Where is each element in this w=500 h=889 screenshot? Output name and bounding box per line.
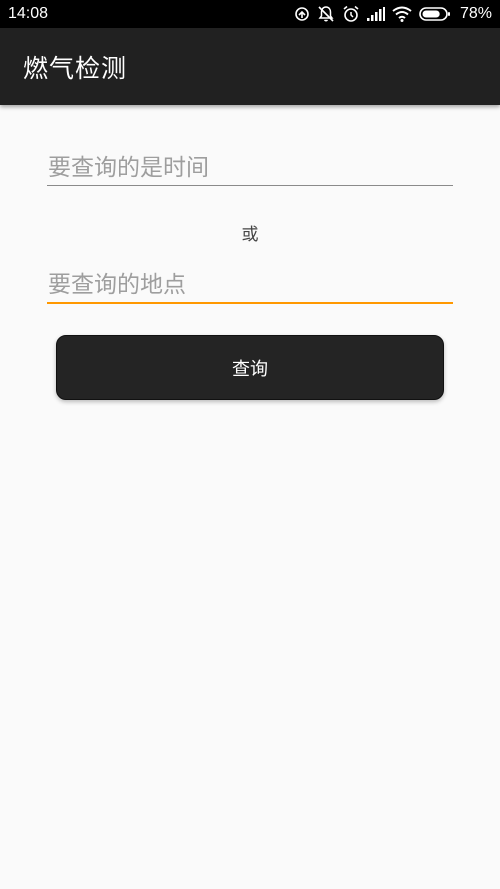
wifi-icon: [392, 6, 412, 22]
place-query-input[interactable]: [47, 272, 454, 302]
time-input-underline: [47, 185, 453, 186]
time-query-input[interactable]: [47, 155, 454, 185]
battery-percent: 78%: [459, 5, 492, 22]
status-time: 14:08: [8, 5, 49, 22]
status-bar: 14:08 78%: [0, 0, 500, 28]
place-input-underline: [47, 302, 453, 304]
app-title: 燃气检测: [23, 53, 128, 83]
place-field: [47, 272, 454, 304]
time-field: [47, 155, 454, 186]
or-label: 或: [241, 225, 259, 245]
battery-icon: [419, 6, 451, 22]
sync-icon: [294, 6, 310, 22]
alarm-icon: [342, 5, 360, 23]
notifications-off-icon: [317, 5, 335, 23]
app-bar: 燃气检测: [0, 28, 500, 105]
query-button[interactable]: 查询: [56, 335, 444, 400]
status-icons: 78%: [294, 5, 492, 23]
cell-signal-icon: [366, 7, 385, 21]
